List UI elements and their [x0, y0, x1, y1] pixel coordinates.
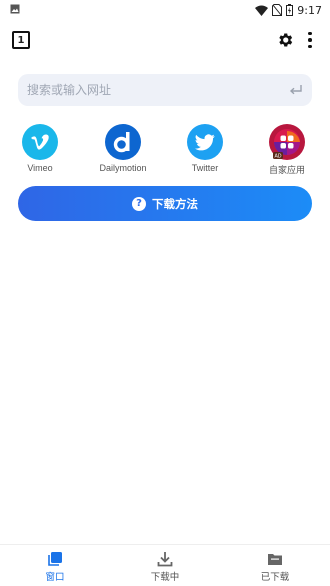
twitter-icon [187, 124, 223, 160]
gear-icon[interactable] [276, 31, 294, 49]
download-help-label: 下载方法 [152, 198, 198, 211]
dot [308, 31, 312, 36]
image-notification-icon [10, 4, 20, 14]
bottom-nav: 窗口 下载中 已下载 [0, 544, 330, 586]
nav-tab-windows[interactable]: 窗口 [0, 545, 110, 586]
more-options-button[interactable] [304, 30, 316, 50]
quick-site-own-apps[interactable]: AD 自家应用 [257, 124, 317, 176]
nav-label: 下载中 [150, 572, 180, 583]
quick-site-label: Vimeo [27, 163, 53, 173]
window-icon [48, 552, 62, 566]
nav-tab-downloading[interactable]: 下载中 [110, 545, 220, 586]
svg-text:AD: AD [275, 154, 282, 159]
status-time: 9:17 [297, 3, 322, 17]
quick-site-label: 自家应用 [268, 165, 305, 175]
no-sim-icon [272, 4, 283, 16]
dot [308, 38, 312, 42]
quick-site-vimeo[interactable]: Vimeo [10, 124, 70, 176]
enter-icon[interactable] [289, 83, 303, 97]
quick-site-dailymotion[interactable]: Dailymotion [93, 124, 153, 176]
status-bar: 9:17 [0, 0, 330, 20]
battery-charging-icon [286, 4, 294, 16]
download-help-button[interactable]: ? 下载方法 [18, 186, 312, 221]
search-input[interactable] [27, 74, 277, 106]
top-bar: 1 [0, 22, 330, 58]
quick-site-label: Dailymotion [99, 163, 147, 173]
nav-tab-downloaded[interactable]: 已下载 [220, 545, 330, 586]
dailymotion-icon [105, 124, 141, 160]
wifi-icon [255, 5, 269, 16]
dot [308, 44, 312, 49]
nav-label: 已下载 [260, 572, 290, 583]
nav-label: 窗口 [45, 572, 65, 583]
folder-icon [268, 554, 282, 565]
tab-count-button[interactable]: 1 [12, 31, 30, 49]
vimeo-icon [22, 124, 58, 160]
ad-badge: AD [273, 152, 283, 159]
download-icon [157, 552, 173, 567]
help-icon: ? [132, 196, 146, 211]
quick-site-label: Twitter [191, 163, 219, 173]
quick-site-twitter[interactable]: Twitter [175, 124, 235, 176]
search-box [18, 74, 312, 106]
